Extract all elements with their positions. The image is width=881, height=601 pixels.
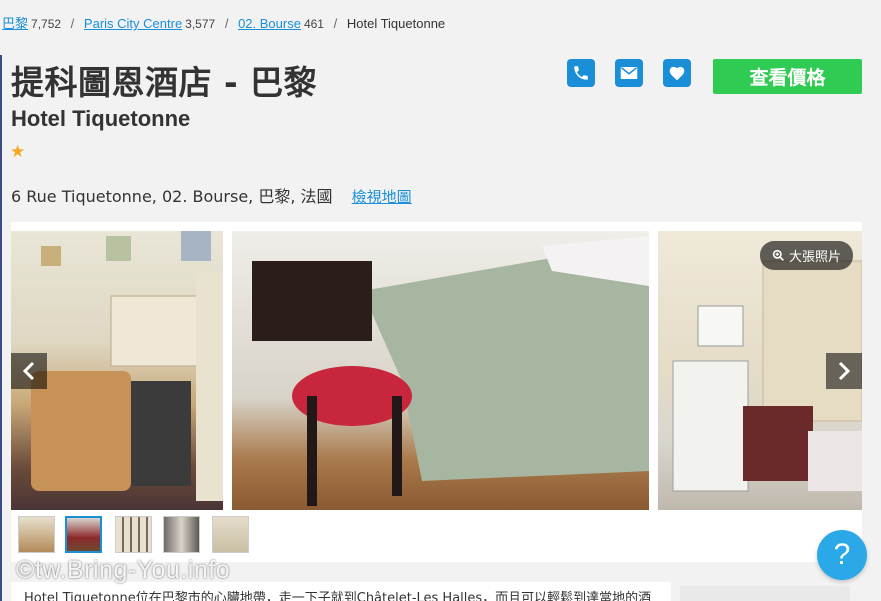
breadcrumb-count: 461 — [303, 17, 324, 31]
thumbnail-3[interactable] — [115, 516, 152, 553]
page-title: 提科圖恩酒店 - 巴黎 — [11, 63, 318, 102]
phone-icon — [574, 66, 588, 80]
left-accent-bar — [0, 55, 2, 601]
breadcrumb-separator: / — [333, 16, 338, 31]
gallery-prev-button[interactable] — [11, 353, 47, 389]
watermark-text: ©tw.Bring-You.info — [16, 556, 231, 584]
thumbnail-5[interactable] — [212, 516, 249, 553]
address-text: 6 Rue Tiquetonne, 02. Bourse, 巴黎, 法國 — [11, 187, 333, 206]
zoom-icon — [772, 249, 784, 261]
chevron-left-icon — [22, 361, 35, 381]
favorite-button[interactable] — [663, 59, 691, 87]
thumbnail-4[interactable] — [163, 516, 200, 553]
enlarge-photo-button[interactable]: 大張照片 — [760, 241, 853, 270]
hotel-address: 6 Rue Tiquetonne, 02. Bourse, 巴黎, 法國 檢視地… — [11, 183, 412, 207]
photo-gallery: 大張照片 — [11, 222, 862, 562]
help-icon: ? — [833, 538, 851, 571]
hotel-subtitle: Hotel Tiquetonne — [11, 106, 191, 131]
enlarge-label: 大張照片 — [788, 250, 841, 265]
breadcrumb-link-city-centre[interactable]: Paris City Centre — [84, 16, 182, 31]
breadcrumb: 巴黎 7,752 / Paris City Centre 3,577 / 02. B… — [2, 13, 445, 32]
sidebar-box — [680, 586, 850, 601]
breadcrumb-count: 7,752 — [31, 17, 62, 31]
heart-icon — [669, 66, 685, 81]
star-rating-icon: ★ — [10, 142, 26, 161]
breadcrumb-current: Hotel Tiquetonne — [346, 16, 446, 31]
breadcrumb-separator: / — [224, 16, 229, 31]
breadcrumb-count: 3,577 — [185, 17, 216, 31]
view-map-link[interactable]: 檢視地圖 — [352, 188, 412, 206]
bedroom-photo-illustration — [252, 236, 649, 506]
gallery-next-button[interactable] — [826, 353, 862, 389]
mail-icon — [620, 67, 638, 79]
check-price-button[interactable]: 查看價格 — [713, 59, 862, 94]
thumbnail-2[interactable] — [65, 516, 102, 553]
breadcrumb-link-bourse[interactable]: 02. Bourse — [238, 16, 301, 31]
help-button[interactable]: ? — [817, 530, 867, 580]
phone-button[interactable] — [567, 59, 595, 87]
breadcrumb-link-paris[interactable]: 巴黎 — [2, 16, 28, 31]
chevron-right-icon — [838, 361, 851, 381]
thumbnail-1[interactable] — [18, 516, 55, 553]
gallery-photo-bedroom[interactable] — [232, 231, 649, 510]
email-button[interactable] — [615, 59, 643, 87]
breadcrumb-separator: / — [70, 16, 75, 31]
